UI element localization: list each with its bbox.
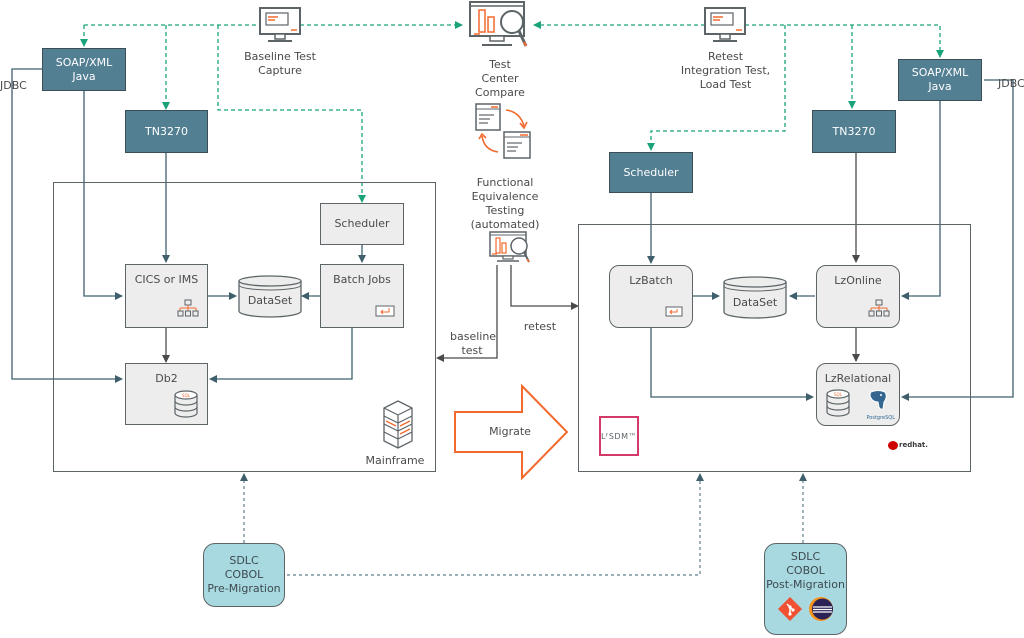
svg-text:SQL: SQL	[182, 393, 191, 398]
compare-cycle-icon	[475, 103, 531, 159]
sdlc-post-migration-label: SDLC COBOL Post-Migration	[766, 550, 845, 591]
db2-label: Db2	[155, 372, 178, 385]
baseline-monitor-icon	[259, 7, 301, 42]
lzrelational-label: LzRelational	[824, 372, 892, 385]
retest-connector-label: retest	[523, 320, 557, 333]
lzsdm-logo: LᶠSDM™	[599, 416, 639, 456]
right-soap-label: SOAP/XML Java	[911, 66, 969, 93]
mainframe-server-icon	[383, 400, 413, 449]
hierarchy-icon	[177, 299, 199, 317]
retest-monitor-icon	[704, 7, 746, 42]
right-tn3270-label: TN3270	[832, 124, 876, 138]
lzonline-label: LzOnline	[834, 274, 882, 287]
lzrelational-box[interactable]: LzRelational SQL PostgreSQL	[816, 363, 900, 426]
lzsdm-logo-text: LᶠSDM™	[601, 431, 637, 441]
baseline-test-label: baseline test	[450, 330, 497, 357]
right-jdbc-label: JDBC	[998, 77, 1024, 90]
cics-ims-label: CICS or IMS	[134, 273, 199, 286]
test-center-compare-label: Test Center Compare	[475, 58, 525, 99]
cics-ims-box[interactable]: CICS or IMS	[125, 264, 208, 328]
right-dataset-label: DataSet	[732, 296, 778, 309]
enter-key-icon	[665, 306, 683, 317]
redhat-logo-text: redhat.	[899, 441, 928, 449]
left-soap-label: SOAP/XML Java	[55, 55, 113, 83]
batch-jobs-label: Batch Jobs	[333, 273, 391, 286]
migrate-label[interactable]: Migrate	[480, 425, 540, 439]
left-tn3270-box[interactable]: TN3270	[125, 110, 208, 153]
retest-label: Retest Integration Test, Load Test	[680, 50, 771, 91]
left-scheduler-label: Scheduler	[334, 217, 390, 230]
postgresql-label: PostgreSQL	[866, 415, 895, 421]
left-tn3270-label: TN3270	[145, 124, 188, 138]
functional-equivalence-label: Functional Equivalence Testing (automate…	[470, 176, 540, 231]
left-jdbc-label: JDBC	[0, 79, 27, 92]
right-scheduler-label: Scheduler	[623, 165, 679, 179]
test-center-compare-icon	[469, 1, 528, 47]
functional-equivalence-icon	[489, 231, 530, 263]
sql-database-icon: SQL	[826, 389, 850, 417]
left-scheduler-box[interactable]: Scheduler	[320, 203, 404, 245]
sdlc-post-migration-box[interactable]: SDLC COBOL Post-Migration	[764, 543, 847, 635]
lzonline-box[interactable]: LzOnline	[816, 265, 900, 328]
mainframe-label: Mainframe	[365, 454, 425, 467]
svg-text:SQL: SQL	[834, 392, 843, 397]
lzbatch-box[interactable]: LzBatch	[609, 265, 693, 328]
git-icon	[777, 597, 802, 621]
right-tn3270-box[interactable]: TN3270	[812, 110, 896, 153]
postgresql-elephant-icon	[869, 390, 887, 410]
right-scheduler-box[interactable]: Scheduler	[609, 152, 693, 193]
lzbatch-label: LzBatch	[629, 274, 673, 287]
hierarchy-icon	[868, 299, 890, 317]
right-soap-xml-java-box[interactable]: SOAP/XML Java	[898, 59, 982, 101]
db2-box[interactable]: Db2 SQL	[125, 363, 208, 425]
batch-jobs-box[interactable]: Batch Jobs	[320, 264, 404, 328]
sql-database-icon: SQL	[174, 390, 198, 418]
left-dataset-label: DataSet	[247, 294, 293, 307]
sdlc-pre-migration-box[interactable]: SDLC COBOL Pre-Migration	[203, 543, 285, 607]
eclipse-icon	[808, 597, 833, 621]
left-soap-xml-java-box[interactable]: SOAP/XML Java	[42, 48, 126, 91]
redhat-logo: redhat.	[888, 438, 928, 452]
enter-key-icon	[375, 305, 395, 317]
redhat-hat-icon	[888, 440, 898, 450]
baseline-capture-label: Baseline Test Capture	[244, 50, 316, 77]
sdlc-pre-migration-label: SDLC COBOL Pre-Migration	[207, 554, 281, 595]
